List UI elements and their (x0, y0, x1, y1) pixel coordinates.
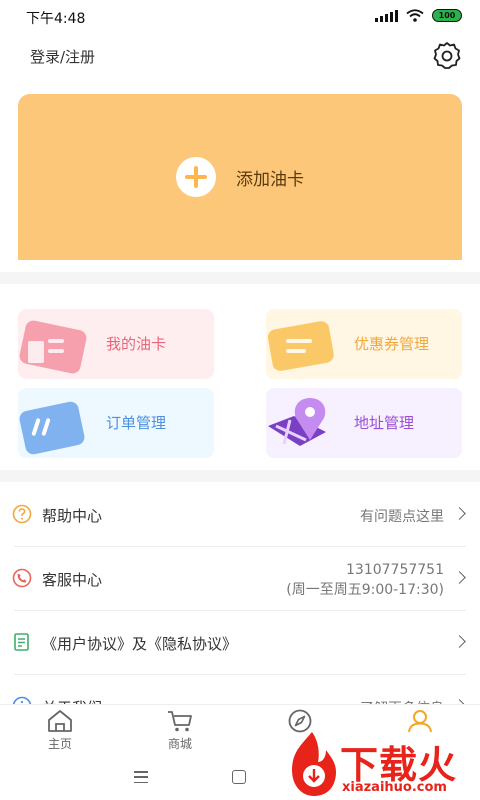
chevron-right-icon (453, 571, 466, 584)
help-center-label: 帮助中心 (42, 507, 103, 525)
header: 登录/注册 (0, 36, 480, 76)
settings-gear-icon[interactable] (432, 40, 462, 70)
status-icons: 100 (375, 9, 462, 22)
nav-mall-label: 商城 (167, 737, 192, 751)
tile-my-fuel-cards-label: 我的油卡 (106, 335, 167, 353)
tile-my-fuel-cards[interactable]: 我的油卡 (18, 309, 214, 379)
tile-coupon-management-label: 优惠券管理 (354, 335, 430, 353)
chevron-right-icon (453, 635, 466, 648)
add-fuel-card-button[interactable]: 添加油卡 (18, 94, 462, 260)
status-time: 下午4:48 (26, 11, 86, 27)
home-square-icon[interactable] (232, 770, 246, 784)
add-fuel-card-label: 添加油卡 (236, 169, 304, 190)
tile-address-management[interactable]: 地址管理 (266, 388, 462, 458)
status-bar: 下午4:48 100 (0, 0, 480, 32)
section-divider (0, 272, 480, 284)
recent-apps-icon[interactable] (134, 771, 148, 783)
watermark-logo: 下载火 xiazaihuo.com (284, 728, 480, 800)
document-icon (14, 633, 29, 651)
help-center-hint: 有问题点这里 (360, 509, 444, 525)
flame-logo-icon (292, 732, 336, 796)
nav-home[interactable]: 主页 (30, 709, 90, 757)
nav-mall[interactable]: 商城 (150, 709, 210, 757)
cart-icon (168, 711, 192, 732)
agreements-label: 《用户协议》及《隐私协议》 (42, 635, 238, 653)
location-pin-icon (268, 398, 326, 446)
menu-row-help-center[interactable]: 帮助中心 有问题点这里 (0, 483, 480, 547)
battery-icon: 100 (432, 9, 462, 22)
tile-order-management-label: 订单管理 (106, 414, 167, 432)
signal-icon (375, 9, 398, 22)
nav-home-label: 主页 (47, 737, 72, 751)
chevron-right-icon (453, 507, 466, 520)
service-hours: (周一至周五9:00-17:30) (286, 582, 444, 598)
order-ticket-icon (19, 401, 85, 455)
help-question-icon (12, 504, 32, 524)
service-phone-number: 13107757751 (346, 562, 444, 578)
coupon-icon (267, 321, 334, 371)
customer-service-info: 13107757751 (周一至周五9:00-17:30) (286, 560, 444, 600)
tile-coupon-management[interactable]: 优惠券管理 (266, 309, 462, 379)
login-register-link[interactable]: 登录/注册 (30, 46, 95, 67)
section-divider (0, 470, 480, 482)
plus-icon (176, 157, 216, 197)
my-account-page: 下午4:48 100 登录/注册 添加油卡 我的油卡 优惠券管理 订单管理 地址… (0, 0, 480, 800)
wifi-icon (406, 9, 424, 22)
tile-order-management[interactable]: 订单管理 (18, 388, 214, 458)
home-icon (48, 710, 72, 732)
tile-address-management-label: 地址管理 (354, 414, 415, 432)
customer-service-label: 客服中心 (42, 571, 103, 589)
watermark-domain: xiazaihuo.com (342, 780, 447, 795)
phone-icon (12, 568, 32, 588)
fuel-card-icon (19, 320, 87, 374)
menu-row-customer-service[interactable]: 客服中心 13107757751 (周一至周五9:00-17:30) (0, 547, 480, 611)
menu-row-agreements[interactable]: 《用户协议》及《隐私协议》 (0, 611, 480, 675)
